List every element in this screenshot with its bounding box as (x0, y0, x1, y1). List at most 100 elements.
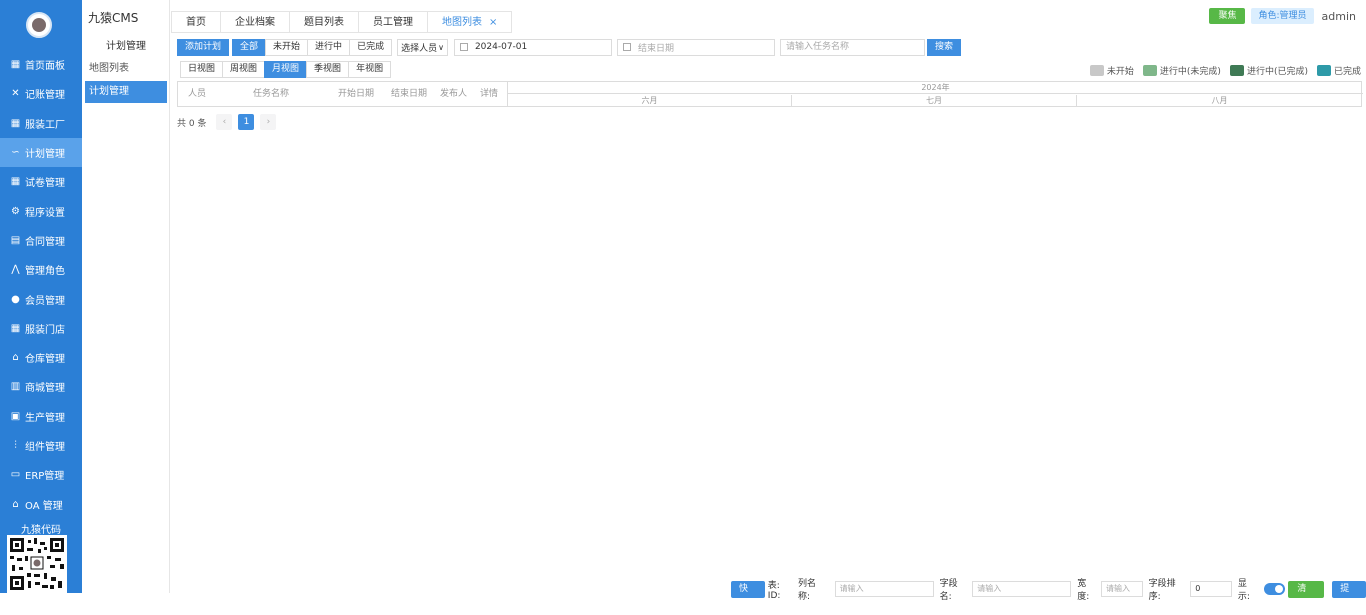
nav-item-oa[interactable]: ⌂ OA 管理 (0, 489, 82, 518)
grid-icon: ▦ (10, 322, 21, 334)
status-filter-group: 全部 未开始 进行中 已完成 (232, 38, 393, 56)
brand-title: 九猿CMS (88, 11, 139, 25)
legend-not-started: 未开始 (1089, 64, 1134, 77)
quick-edit-bar: 快捷 表: ID: 列名称: 请输入 字段名: 请输入 宽度: 请输入 字段排序… (731, 576, 1366, 611)
nav-item-garment-factory[interactable]: ▦ 服装工厂 (0, 109, 82, 138)
status-legend: 未开始 进行中(未完成) 进行中(已完成) 已完成 (1089, 64, 1361, 77)
filter-not-started-button[interactable]: 未开始 (265, 38, 309, 56)
subnav-item-map-list[interactable]: 地图列表 (85, 58, 167, 80)
app-logo (26, 12, 52, 38)
width-label: 宽度: (1077, 579, 1090, 602)
add-plan-button[interactable]: 添加计划 (177, 38, 230, 56)
column-header-details: 详情 (480, 89, 499, 99)
nav-item-exam[interactable]: ▦ 试卷管理 (0, 167, 82, 196)
calendar-icon (459, 43, 468, 51)
store-icon: ▥ (10, 381, 21, 393)
role-badge[interactable]: 角色:管理员 (1251, 8, 1314, 24)
nav-item-settings[interactable]: ⚙ 程序设置 (0, 196, 82, 225)
gantt-timeline: 2024年 六月 七月 八月 (507, 82, 1363, 106)
gantt-table: 人员 任务名称 开始日期 结束日期 发布人 详情 2024年 六月 七月 八月 (177, 81, 1363, 107)
member-icon: ● (11, 293, 20, 305)
nav-item-production[interactable]: ▣ 生产管理 (0, 402, 82, 431)
nav-item-components[interactable]: ⫶ 组件管理 (0, 431, 82, 460)
collect-button[interactable]: 聚焦 (1209, 8, 1246, 24)
end-date-input[interactable]: 结束日期 (616, 38, 775, 56)
calendar-icon (622, 43, 631, 51)
quick-button[interactable]: 快捷 (731, 580, 765, 611)
nav-item-erp[interactable]: ▭ ERP管理 (0, 460, 82, 489)
search-button[interactable]: 搜索 (926, 38, 961, 56)
building-icon: ⌂ (12, 498, 19, 510)
nav-item-dashboard[interactable]: ▦ 首页面板 (0, 50, 82, 79)
tab-map-list[interactable]: 地图列表 × (427, 11, 513, 33)
sub-sidebar: 九猿CMS 计划管理 地图列表 计划管理 (82, 0, 170, 593)
view-year-button[interactable]: 年视图 (348, 61, 392, 78)
view-week-button[interactable]: 周视图 (222, 61, 266, 78)
tab-question-list[interactable]: 题目列表 (289, 11, 358, 33)
main-nav: ▦ 首页面板 ✕ 记账管理 ▦ 服装工厂 ∽ 计划管理 ▦ 试卷管理 ⚙ 程序设置 ▤ 合同管… (0, 50, 82, 519)
submit-button[interactable]: 提交 (1332, 580, 1366, 611)
legend-swatch (1229, 65, 1244, 76)
sort-input[interactable]: 0 (1190, 581, 1232, 597)
legend-in-progress-finished: 进行中(已完成) (1229, 64, 1308, 77)
field-name-input[interactable]: 请输入 (972, 581, 1072, 597)
top-right-bar: 聚焦 角色:管理员 admin (1209, 8, 1356, 24)
legend-swatch (1089, 65, 1104, 76)
grid-icon: ▦ (10, 176, 21, 188)
tab-staff[interactable]: 员工管理 (358, 11, 427, 33)
qr-code-image (7, 535, 67, 593)
nav-item-contract[interactable]: ▤ 合同管理 (0, 226, 82, 255)
timeline-month: 六月 (508, 95, 792, 106)
nav-item-members[interactable]: ● 会员管理 (0, 284, 82, 313)
next-page-button[interactable]: › (260, 114, 277, 130)
prev-page-button[interactable]: ‹ (216, 114, 233, 130)
person-select[interactable]: 选择人员 ∨ (397, 38, 448, 56)
timeline-month: 七月 (792, 95, 1077, 106)
tab-home[interactable]: 首页 (171, 11, 220, 33)
legend-swatch (1142, 65, 1157, 76)
legend-swatch (1316, 65, 1331, 76)
tab-label: 地图列表 (442, 17, 482, 28)
nav-item-warehouse[interactable]: ⌂ 仓库管理 (0, 343, 82, 372)
column-name-input[interactable]: 请输入 (834, 581, 934, 597)
filter-in-progress-button[interactable]: 进行中 (307, 38, 351, 56)
view-quarter-button[interactable]: 季视图 (306, 61, 350, 78)
table-id-label: 表: ID: (767, 580, 781, 601)
column-header-publisher: 发布人 (440, 89, 468, 99)
nav-item-roles[interactable]: ⋀ 管理角色 (0, 255, 82, 284)
timeline-month: 八月 (1211, 96, 1228, 105)
nav-item-plan[interactable]: ∽ 计划管理 (0, 137, 82, 168)
filter-all-button[interactable]: 全部 (232, 38, 267, 56)
column-header-end-date: 结束日期 (391, 89, 428, 99)
qr-title: 九猿代码 (21, 525, 61, 536)
view-day-button[interactable]: 日视图 (180, 61, 224, 78)
subnav-item-plan[interactable]: 计划管理 (85, 81, 167, 103)
erp-icon: ▭ (10, 469, 21, 481)
nav-item-garment-store[interactable]: ▦ 服装门店 (0, 314, 82, 343)
page-number[interactable]: 1 (238, 114, 255, 130)
start-date-input[interactable]: 2024-07-01 (453, 38, 612, 56)
total-count: 共 0 条 (177, 118, 207, 129)
filter-completed-button[interactable]: 已完成 (349, 38, 393, 56)
clear-button[interactable]: 清空 (1288, 580, 1325, 611)
page-tabs: 首页 企业档案 题目列表 员工管理 地图列表 × (171, 11, 513, 33)
nav-item-accounting[interactable]: ✕ 记账管理 (0, 79, 82, 108)
sort-label: 字段排序: (1148, 579, 1176, 602)
tools-icon: ✕ (11, 88, 20, 100)
gear-icon: ⚙ (11, 205, 20, 217)
start-date-value: 2024-07-01 (474, 42, 528, 52)
view-month-button[interactable]: 月视图 (264, 61, 308, 78)
width-input[interactable]: 请输入 (1101, 581, 1143, 597)
task-name-input[interactable] (779, 38, 925, 56)
user-name[interactable]: admin (1322, 10, 1356, 23)
show-toggle[interactable] (1263, 583, 1286, 595)
end-date-placeholder: 结束日期 (637, 43, 674, 54)
show-label: 显示: (1237, 579, 1250, 602)
column-header-person: 人员 (188, 89, 207, 99)
pagination: 共 0 条 ‹ 1 › (177, 114, 277, 130)
close-icon[interactable]: × (489, 17, 497, 28)
tab-company-profile[interactable]: 企业档案 (220, 11, 289, 33)
chevron-down-icon: ∨ (438, 42, 444, 52)
column-name-label: 列名称: (797, 579, 816, 602)
nav-item-mall[interactable]: ▥ 商城管理 (0, 372, 82, 401)
